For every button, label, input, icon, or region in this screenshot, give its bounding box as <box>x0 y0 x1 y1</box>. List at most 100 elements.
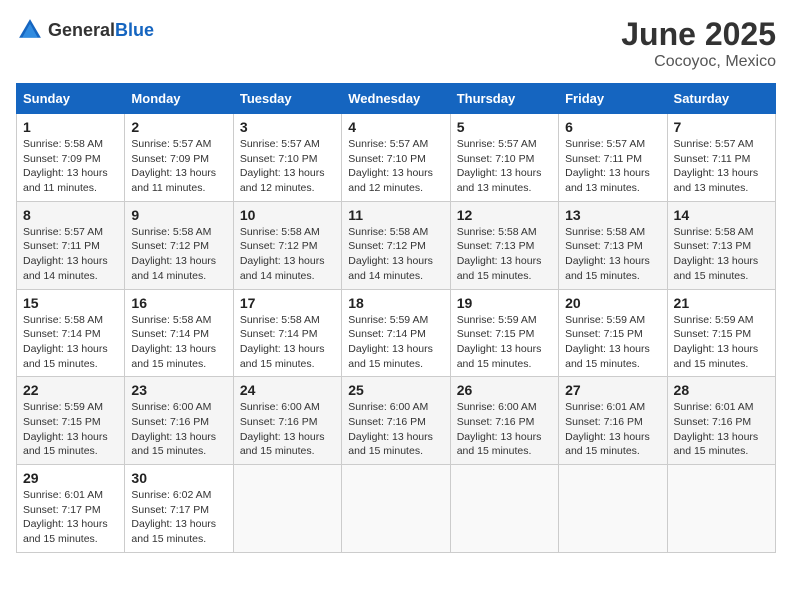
table-row: 20 Sunrise: 5:59 AMSunset: 7:15 PMDaylig… <box>559 289 667 377</box>
day-number: 27 <box>565 382 660 398</box>
day-number: 20 <box>565 295 660 311</box>
table-row: 5 Sunrise: 5:57 AMSunset: 7:10 PMDayligh… <box>450 114 558 202</box>
table-row <box>342 465 450 553</box>
day-number: 29 <box>23 470 118 486</box>
day-number: 23 <box>131 382 226 398</box>
day-number: 4 <box>348 119 443 135</box>
day-info: Sunrise: 5:58 AMSunset: 7:13 PMDaylight:… <box>457 225 552 284</box>
col-monday: Monday <box>125 84 233 114</box>
table-row: 4 Sunrise: 5:57 AMSunset: 7:10 PMDayligh… <box>342 114 450 202</box>
day-info: Sunrise: 5:59 AMSunset: 7:15 PMDaylight:… <box>565 313 660 372</box>
day-number: 21 <box>674 295 769 311</box>
calendar-week-row: 1 Sunrise: 5:58 AMSunset: 7:09 PMDayligh… <box>17 114 776 202</box>
col-tuesday: Tuesday <box>233 84 341 114</box>
table-row: 14 Sunrise: 5:58 AMSunset: 7:13 PMDaylig… <box>667 201 775 289</box>
day-number: 18 <box>348 295 443 311</box>
table-row: 27 Sunrise: 6:01 AMSunset: 7:16 PMDaylig… <box>559 377 667 465</box>
day-number: 10 <box>240 207 335 223</box>
day-number: 14 <box>674 207 769 223</box>
day-info: Sunrise: 5:58 AMSunset: 7:12 PMDaylight:… <box>348 225 443 284</box>
day-info: Sunrise: 5:58 AMSunset: 7:09 PMDaylight:… <box>23 137 118 196</box>
day-info: Sunrise: 6:00 AMSunset: 7:16 PMDaylight:… <box>348 400 443 459</box>
logo-text: GeneralBlue <box>48 20 154 41</box>
day-number: 6 <box>565 119 660 135</box>
day-info: Sunrise: 5:58 AMSunset: 7:13 PMDaylight:… <box>674 225 769 284</box>
table-row: 22 Sunrise: 5:59 AMSunset: 7:15 PMDaylig… <box>17 377 125 465</box>
table-row: 13 Sunrise: 5:58 AMSunset: 7:13 PMDaylig… <box>559 201 667 289</box>
table-row: 1 Sunrise: 5:58 AMSunset: 7:09 PMDayligh… <box>17 114 125 202</box>
table-row: 6 Sunrise: 5:57 AMSunset: 7:11 PMDayligh… <box>559 114 667 202</box>
table-row: 21 Sunrise: 5:59 AMSunset: 7:15 PMDaylig… <box>667 289 775 377</box>
table-row: 7 Sunrise: 5:57 AMSunset: 7:11 PMDayligh… <box>667 114 775 202</box>
day-info: Sunrise: 6:01 AMSunset: 7:17 PMDaylight:… <box>23 488 118 547</box>
table-row: 24 Sunrise: 6:00 AMSunset: 7:16 PMDaylig… <box>233 377 341 465</box>
calendar-title: June 2025 <box>621 16 776 53</box>
logo: GeneralBlue <box>16 16 154 44</box>
title-block: June 2025 Cocoyoc, Mexico <box>621 16 776 71</box>
day-info: Sunrise: 5:57 AMSunset: 7:11 PMDaylight:… <box>565 137 660 196</box>
table-row: 17 Sunrise: 5:58 AMSunset: 7:14 PMDaylig… <box>233 289 341 377</box>
day-number: 7 <box>674 119 769 135</box>
col-saturday: Saturday <box>667 84 775 114</box>
table-row: 15 Sunrise: 5:58 AMSunset: 7:14 PMDaylig… <box>17 289 125 377</box>
day-info: Sunrise: 6:00 AMSunset: 7:16 PMDaylight:… <box>240 400 335 459</box>
table-row: 11 Sunrise: 5:58 AMSunset: 7:12 PMDaylig… <box>342 201 450 289</box>
day-info: Sunrise: 5:57 AMSunset: 7:10 PMDaylight:… <box>348 137 443 196</box>
day-info: Sunrise: 5:58 AMSunset: 7:13 PMDaylight:… <box>565 225 660 284</box>
day-info: Sunrise: 6:02 AMSunset: 7:17 PMDaylight:… <box>131 488 226 547</box>
table-row <box>667 465 775 553</box>
day-info: Sunrise: 6:00 AMSunset: 7:16 PMDaylight:… <box>131 400 226 459</box>
table-row: 23 Sunrise: 6:00 AMSunset: 7:16 PMDaylig… <box>125 377 233 465</box>
day-number: 24 <box>240 382 335 398</box>
table-row: 3 Sunrise: 5:57 AMSunset: 7:10 PMDayligh… <box>233 114 341 202</box>
page-header: GeneralBlue June 2025 Cocoyoc, Mexico <box>16 16 776 71</box>
day-number: 9 <box>131 207 226 223</box>
day-info: Sunrise: 6:01 AMSunset: 7:16 PMDaylight:… <box>565 400 660 459</box>
calendar-week-row: 22 Sunrise: 5:59 AMSunset: 7:15 PMDaylig… <box>17 377 776 465</box>
table-row: 8 Sunrise: 5:57 AMSunset: 7:11 PMDayligh… <box>17 201 125 289</box>
day-number: 17 <box>240 295 335 311</box>
table-row: 28 Sunrise: 6:01 AMSunset: 7:16 PMDaylig… <box>667 377 775 465</box>
calendar-week-row: 29 Sunrise: 6:01 AMSunset: 7:17 PMDaylig… <box>17 465 776 553</box>
calendar-table: Sunday Monday Tuesday Wednesday Thursday… <box>16 83 776 553</box>
col-sunday: Sunday <box>17 84 125 114</box>
table-row: 12 Sunrise: 5:58 AMSunset: 7:13 PMDaylig… <box>450 201 558 289</box>
day-number: 5 <box>457 119 552 135</box>
day-number: 13 <box>565 207 660 223</box>
table-row: 2 Sunrise: 5:57 AMSunset: 7:09 PMDayligh… <box>125 114 233 202</box>
table-row: 16 Sunrise: 5:58 AMSunset: 7:14 PMDaylig… <box>125 289 233 377</box>
table-row: 19 Sunrise: 5:59 AMSunset: 7:15 PMDaylig… <box>450 289 558 377</box>
day-info: Sunrise: 5:58 AMSunset: 7:14 PMDaylight:… <box>131 313 226 372</box>
header-row: Sunday Monday Tuesday Wednesday Thursday… <box>17 84 776 114</box>
day-number: 30 <box>131 470 226 486</box>
table-row <box>233 465 341 553</box>
day-info: Sunrise: 5:58 AMSunset: 7:12 PMDaylight:… <box>131 225 226 284</box>
day-info: Sunrise: 5:58 AMSunset: 7:14 PMDaylight:… <box>240 313 335 372</box>
day-number: 22 <box>23 382 118 398</box>
day-info: Sunrise: 5:58 AMSunset: 7:14 PMDaylight:… <box>23 313 118 372</box>
table-row: 26 Sunrise: 6:00 AMSunset: 7:16 PMDaylig… <box>450 377 558 465</box>
day-number: 16 <box>131 295 226 311</box>
table-row: 18 Sunrise: 5:59 AMSunset: 7:14 PMDaylig… <box>342 289 450 377</box>
day-info: Sunrise: 5:57 AMSunset: 7:09 PMDaylight:… <box>131 137 226 196</box>
calendar-week-row: 8 Sunrise: 5:57 AMSunset: 7:11 PMDayligh… <box>17 201 776 289</box>
table-row: 9 Sunrise: 5:58 AMSunset: 7:12 PMDayligh… <box>125 201 233 289</box>
day-number: 25 <box>348 382 443 398</box>
calendar-week-row: 15 Sunrise: 5:58 AMSunset: 7:14 PMDaylig… <box>17 289 776 377</box>
col-wednesday: Wednesday <box>342 84 450 114</box>
day-number: 15 <box>23 295 118 311</box>
day-info: Sunrise: 5:59 AMSunset: 7:15 PMDaylight:… <box>674 313 769 372</box>
day-number: 11 <box>348 207 443 223</box>
day-info: Sunrise: 5:57 AMSunset: 7:10 PMDaylight:… <box>240 137 335 196</box>
col-thursday: Thursday <box>450 84 558 114</box>
day-number: 26 <box>457 382 552 398</box>
day-number: 2 <box>131 119 226 135</box>
day-info: Sunrise: 6:01 AMSunset: 7:16 PMDaylight:… <box>674 400 769 459</box>
day-info: Sunrise: 5:57 AMSunset: 7:10 PMDaylight:… <box>457 137 552 196</box>
table-row <box>450 465 558 553</box>
day-info: Sunrise: 6:00 AMSunset: 7:16 PMDaylight:… <box>457 400 552 459</box>
day-info: Sunrise: 5:57 AMSunset: 7:11 PMDaylight:… <box>23 225 118 284</box>
day-number: 1 <box>23 119 118 135</box>
table-row: 29 Sunrise: 6:01 AMSunset: 7:17 PMDaylig… <box>17 465 125 553</box>
day-info: Sunrise: 5:58 AMSunset: 7:12 PMDaylight:… <box>240 225 335 284</box>
